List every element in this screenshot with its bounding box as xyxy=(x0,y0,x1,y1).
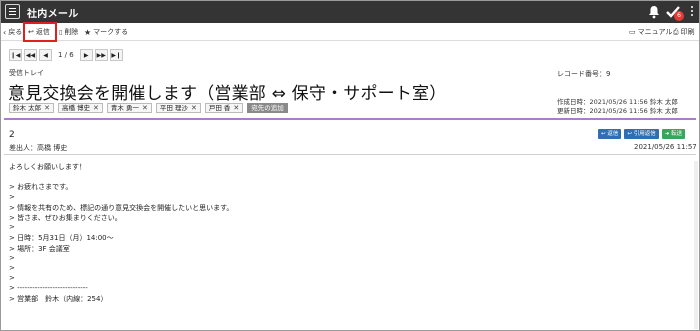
page-counter: 1 / 6 xyxy=(58,51,74,59)
last-page-button[interactable]: ▶❙ xyxy=(109,49,123,61)
body-line: > ---------------------------- xyxy=(9,284,88,293)
app-window: 社内メール 6 ‹ 戻る ↩ 返信 ▯ 削除 ★ マークする ▭ マニュアル ⎙… xyxy=(0,0,700,331)
star-icon: ★ xyxy=(84,27,92,37)
message-date: 2021/05/26 11:57 xyxy=(634,143,697,151)
folder-label: 受信トレイ xyxy=(9,69,44,77)
body-line: > 場所：3F 会議室 xyxy=(9,244,70,253)
app-header: 社内メール 6 xyxy=(1,1,699,23)
remove-icon[interactable]: ✕ xyxy=(191,104,197,112)
recipient-chip[interactable]: 戸田 香 ✕ xyxy=(204,103,244,113)
body-line: > xyxy=(9,223,15,232)
remove-icon[interactable]: ✕ xyxy=(93,104,99,112)
recipient-list: 鈴木 太郎 ✕ 高橋 博史 ✕ 青木 勇一 ✕ 平田 理沙 ✕ 戸田 香 ✕ 宛先の追加 xyxy=(9,103,288,113)
notification-badge: 6 xyxy=(674,11,684,21)
trash-icon: ▯ xyxy=(59,28,63,36)
reply-highlight-box xyxy=(23,22,57,42)
back-button[interactable]: ‹ 戻る xyxy=(3,27,22,37)
message-reply-button[interactable]: ↩ 返信 xyxy=(598,129,622,139)
more-menu-icon[interactable] xyxy=(691,6,694,18)
mail-subject: 意見交換会を開催します（営業部 ⇔ 保守・サポート室） xyxy=(8,84,447,104)
prev-fast-button[interactable]: ◀◀ xyxy=(24,49,37,61)
prev-button[interactable]: ◀ xyxy=(39,49,52,61)
printer-icon: ⎙ xyxy=(673,27,679,36)
recipient-chip[interactable]: 鈴木 太郎 ✕ xyxy=(9,103,54,113)
scrollbar[interactable] xyxy=(694,161,698,329)
updated-datetime: 更新日時：2021/05/26 11:56 鈴木 太郎 xyxy=(557,107,678,115)
remove-icon[interactable]: ✕ xyxy=(44,104,50,112)
message-sender: 差出人：高橋 博史 xyxy=(9,144,68,152)
forward-button[interactable]: ➜ 転送 xyxy=(661,129,686,139)
record-pager: ❙◀ ◀◀ ◀ 1 / 6 ▶ ▶▶ ▶❙ xyxy=(9,49,123,61)
message-number: 2 xyxy=(9,130,15,140)
body-line: > xyxy=(9,274,15,283)
message-body: よろしくお願いします！ > お疲れさまです。 > > 情報を共有のため、標記の通… xyxy=(9,162,233,305)
body-line: > 情報を共有のため、標記の通り意見交換会を開催したいと思います。 xyxy=(9,203,234,212)
add-recipient-button[interactable]: 宛先の追加 xyxy=(247,103,288,113)
message-divider xyxy=(4,154,696,155)
hamburger-menu-icon[interactable] xyxy=(5,4,20,19)
app-title: 社内メール xyxy=(27,9,79,20)
body-line: > xyxy=(9,263,15,272)
chevron-left-icon: ‹ xyxy=(3,27,7,37)
body-line: > 日時：5月31日（月）14:00～ xyxy=(9,234,114,243)
manual-link[interactable]: ▭ マニュアル xyxy=(629,27,672,37)
body-line: > xyxy=(9,192,15,201)
first-page-button[interactable]: ❙◀ xyxy=(9,49,22,61)
header-divider xyxy=(4,118,696,120)
book-icon: ▭ xyxy=(629,28,636,36)
recipient-chip[interactable]: 青木 勇一 ✕ xyxy=(106,103,152,113)
body-line: > お疲れさまです。 xyxy=(9,183,73,192)
body-line xyxy=(9,172,233,182)
next-button[interactable]: ▶ xyxy=(79,49,93,61)
body-line: よろしくお願いします！ xyxy=(9,163,86,171)
bell-icon[interactable] xyxy=(648,5,660,19)
body-line: > xyxy=(9,253,15,262)
recipient-chip[interactable]: 平田 理沙 ✕ xyxy=(155,103,201,113)
body-line: > 営業部 鈴木（内線：254） xyxy=(9,295,108,304)
mark-button[interactable]: ★ マークする xyxy=(84,27,128,37)
remove-icon[interactable]: ✕ xyxy=(233,104,239,112)
delete-button[interactable]: ▯ 削除 xyxy=(59,27,78,37)
record-number: レコード番号：9 xyxy=(557,70,611,78)
remove-icon[interactable]: ✕ xyxy=(142,104,148,112)
quote-reply-button[interactable]: ↩ 引用返信 xyxy=(624,129,659,139)
action-bar: ‹ 戻る ↩ 返信 ▯ 削除 ★ マークする ▭ マニュアル ⎙ 印刷 xyxy=(1,23,699,41)
next-fast-button[interactable]: ▶▶ xyxy=(94,49,108,61)
message-actions: ↩ 返信 ↩ 引用返信 ➜ 転送 xyxy=(598,129,686,139)
print-button[interactable]: ⎙ 印刷 xyxy=(673,27,695,37)
body-line: > 皆さま、ぜひお集まりください。 xyxy=(9,213,122,222)
recipient-chip[interactable]: 高橋 博史 ✕ xyxy=(57,103,103,113)
